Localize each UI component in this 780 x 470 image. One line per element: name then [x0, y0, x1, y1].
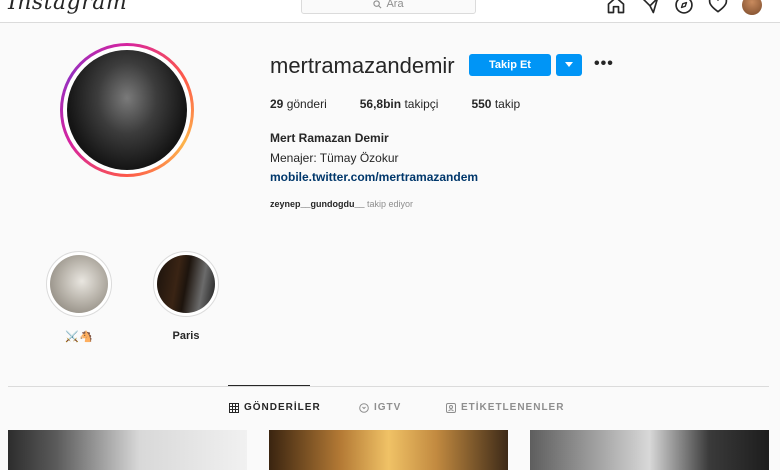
- grid-icon: [229, 402, 239, 413]
- instagram-logo[interactable]: Instagram: [8, 0, 127, 15]
- direct-message-icon[interactable]: [639, 0, 661, 16]
- tab-tagged-label: ETİKETLENENLER: [461, 402, 565, 413]
- following-count: 550: [471, 97, 492, 111]
- chevron-down-icon: [565, 62, 573, 67]
- top-navigation-bar: Instagram Ara: [0, 0, 780, 23]
- profile-avatar-frame: [63, 46, 191, 174]
- tab-tagged[interactable]: ETİKETLENENLER: [446, 402, 564, 413]
- followers-label: takipçi: [404, 97, 439, 111]
- posts-label: gönderi: [286, 97, 327, 111]
- followed-by-username[interactable]: zeynep__gundogdu__: [270, 199, 365, 209]
- highlight-item[interactable]: ⚔️🐴: [45, 251, 113, 343]
- posts-stat: 29 gönderi: [270, 97, 327, 111]
- profile-username: mertramazandemir: [270, 53, 455, 78]
- home-icon[interactable]: [605, 0, 627, 16]
- tab-posts[interactable]: GÖNDERİLER: [229, 402, 321, 413]
- highlight-cover: [50, 255, 108, 313]
- profile-story-ring[interactable]: [60, 43, 194, 177]
- following-label: takip: [494, 97, 521, 111]
- highlight-label: ⚔️🐴: [65, 331, 93, 343]
- active-tab-indicator: [228, 385, 310, 386]
- suggestions-dropdown-button[interactable]: [556, 54, 582, 76]
- tabs-divider: [8, 386, 769, 387]
- highlight-ring: [153, 251, 219, 317]
- following-stat[interactable]: 550 takip: [471, 97, 520, 111]
- more-options-icon[interactable]: •••: [594, 55, 614, 73]
- nav-icons: [605, 0, 763, 16]
- profile-bio: Menajer: Tümay Özokur: [270, 151, 399, 165]
- highlight-cover: [157, 255, 215, 313]
- avatar: [742, 0, 762, 15]
- search-placeholder: Ara: [386, 0, 404, 10]
- posts-count: 29: [270, 97, 284, 111]
- tagged-icon: [446, 402, 456, 413]
- followed-by-text[interactable]: zeynep__gundogdu__ takip ediyor: [270, 199, 413, 209]
- search-input[interactable]: Ara: [301, 0, 476, 14]
- tab-igtv[interactable]: IGTV: [359, 402, 401, 413]
- tab-posts-label: GÖNDERİLER: [244, 402, 321, 413]
- profile-picture: [67, 50, 187, 170]
- igtv-icon: [359, 402, 369, 413]
- search-icon: [373, 0, 382, 8]
- highlight-ring: [46, 251, 112, 317]
- highlight-label: Paris: [172, 330, 200, 342]
- post-thumbnail[interactable]: [269, 430, 508, 470]
- profile-external-link[interactable]: mobile.twitter.com/mertramazandem: [270, 170, 478, 184]
- explore-icon[interactable]: [673, 0, 695, 16]
- highlight-item[interactable]: Paris: [152, 251, 220, 342]
- followers-stat[interactable]: 56,8bin takipçi: [360, 97, 439, 111]
- post-thumbnail[interactable]: [530, 430, 769, 470]
- tab-igtv-label: IGTV: [374, 402, 402, 413]
- profile-stats: 29 gönderi 56,8bin takipçi 550 takip: [270, 97, 553, 111]
- followers-count: 56,8bin: [359, 97, 402, 111]
- follow-button[interactable]: Takip Et: [469, 54, 551, 76]
- profile-avatar[interactable]: [741, 0, 763, 16]
- followed-by-suffix: takip ediyor: [367, 199, 414, 209]
- post-thumbnail[interactable]: [8, 430, 247, 470]
- profile-full-name: Mert Ramazan Demir: [270, 131, 389, 145]
- heart-icon[interactable]: [707, 0, 729, 16]
